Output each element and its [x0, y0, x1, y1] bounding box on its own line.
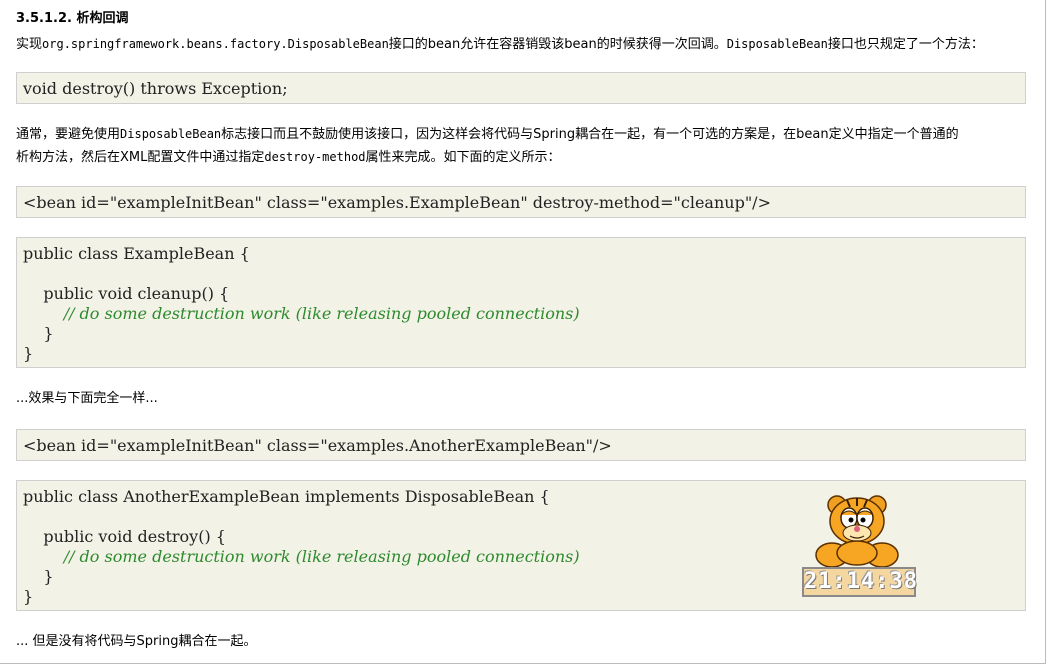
code-class1-line-2: public void cleanup() { [23, 284, 230, 303]
para2-text-3: 析构方法，然后在XML配置文件中通过指定 [16, 150, 265, 165]
code-block-bean-definition-1: <bean id="exampleInitBean" class="exampl… [16, 186, 1026, 218]
code-block-example-bean: public class ExampleBean {​ public void … [16, 237, 1026, 368]
para3-text: ...效果与下面完全一样... [16, 391, 158, 406]
intro-text-1: 实现 [16, 37, 43, 52]
code-class1-line-3: } [23, 324, 54, 343]
code-block-destroy: void destroy() throws Exception; [16, 72, 1026, 104]
cat-mascot-icon [815, 495, 899, 568]
code-bean2-line: <bean id="exampleInitBean" class="exampl… [23, 436, 612, 455]
paragraph-alternative: 通常，要避免使用DisposableBean标志接口而且不鼓励使用该接口，因为这… [16, 123, 1026, 169]
section-number: 3.5.1.2. [16, 11, 72, 26]
intro-code-interface: DisposableBean [726, 37, 828, 51]
section-title: 析构回调 [76, 11, 129, 26]
code-class1-comment: // do some destruction work (like releas… [23, 304, 580, 323]
clock-time-display: 21:14:38 [802, 567, 917, 597]
paragraph-conclusion: ... 但是没有将代码与Spring耦合在一起。 [16, 631, 1026, 653]
code-class1-line-4: } [23, 344, 34, 363]
code-bean1-line: <bean id="exampleInitBean" class="exampl… [23, 193, 771, 212]
intro-text-2: 接口的bean允许在容器销毁该bean的时候获得一次回调。 [388, 37, 727, 52]
para2-text-1: 通常，要避免使用 [16, 127, 121, 142]
para2-text-2: 标志接口而且不鼓励使用该接口，因为这样会将代码与Spring耦合在一起，有一个可… [221, 127, 959, 142]
para4-text: ... 但是没有将代码与Spring耦合在一起。 [16, 634, 257, 649]
para2-code-interface: DisposableBean [120, 127, 222, 141]
intro-paragraph: 实现org.springframework.beans.factory.Disp… [16, 33, 1026, 56]
para2-code-attribute: destroy-method [264, 150, 366, 164]
intro-text-3: 接口也只规定了一个方法： [827, 37, 984, 52]
code-destroy-line: void destroy() throws Exception; [23, 79, 288, 98]
intro-code-classname: org.springframework.beans.factory.Dispos… [42, 37, 389, 51]
paragraph-equivalent: ...效果与下面完全一样... [16, 388, 1026, 410]
para2-text-4: 属性来完成。如下面的定义所示： [365, 150, 561, 165]
code-class1-line-1: public class ExampleBean { [23, 244, 250, 263]
code-block-bean-definition-2: <bean id="exampleInitBean" class="exampl… [16, 429, 1026, 461]
section-heading: 3.5.1.2. 析构回调 [16, 7, 128, 26]
